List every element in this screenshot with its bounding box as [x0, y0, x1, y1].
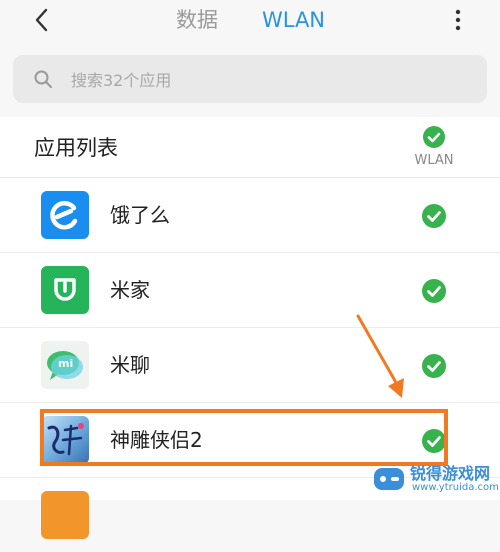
app-name: 米聊	[110, 353, 150, 377]
vertical-dots-icon[interactable]	[450, 6, 466, 34]
top-bar: 数据 WLAN	[0, 0, 500, 44]
svg-text:mi: mi	[58, 357, 73, 370]
wlan-column-label: WLAN	[414, 153, 454, 168]
app-row-eleme[interactable]: 饿了么	[0, 178, 500, 253]
tab-wlan[interactable]: WLAN	[262, 6, 325, 34]
mijia-app-icon	[41, 266, 89, 314]
miliao-app-icon: mi	[41, 341, 89, 389]
check-icon[interactable]	[422, 204, 446, 228]
check-icon[interactable]	[422, 279, 446, 303]
app-row-mijia[interactable]: 米家	[0, 253, 500, 328]
chevron-left-icon[interactable]	[30, 6, 54, 34]
select-all-check-icon[interactable]	[423, 126, 445, 148]
app-icon-partial	[41, 491, 89, 539]
eleme-app-icon	[41, 191, 89, 239]
app-name: 米家	[110, 278, 150, 302]
check-icon[interactable]	[422, 354, 446, 378]
tab-data[interactable]: 数据	[176, 6, 218, 34]
annotation-arrow-icon	[356, 314, 404, 398]
search-bar	[13, 55, 487, 105]
app-list-header: 应用列表 WLAN	[0, 117, 500, 178]
search-icon	[34, 70, 52, 88]
watermark-title: 锐得游戏网	[410, 464, 491, 483]
app-row-miliao[interactable]: mi 米聊	[0, 328, 500, 403]
watermark: 锐得游戏网 www.ytruida.com	[370, 458, 500, 500]
watermark-logo-icon	[374, 468, 404, 490]
app-list-title: 应用列表	[34, 136, 118, 160]
search-input[interactable]	[69, 55, 473, 105]
watermark-url: www.ytruida.com	[412, 482, 499, 493]
app-name: 饿了么	[110, 203, 170, 227]
